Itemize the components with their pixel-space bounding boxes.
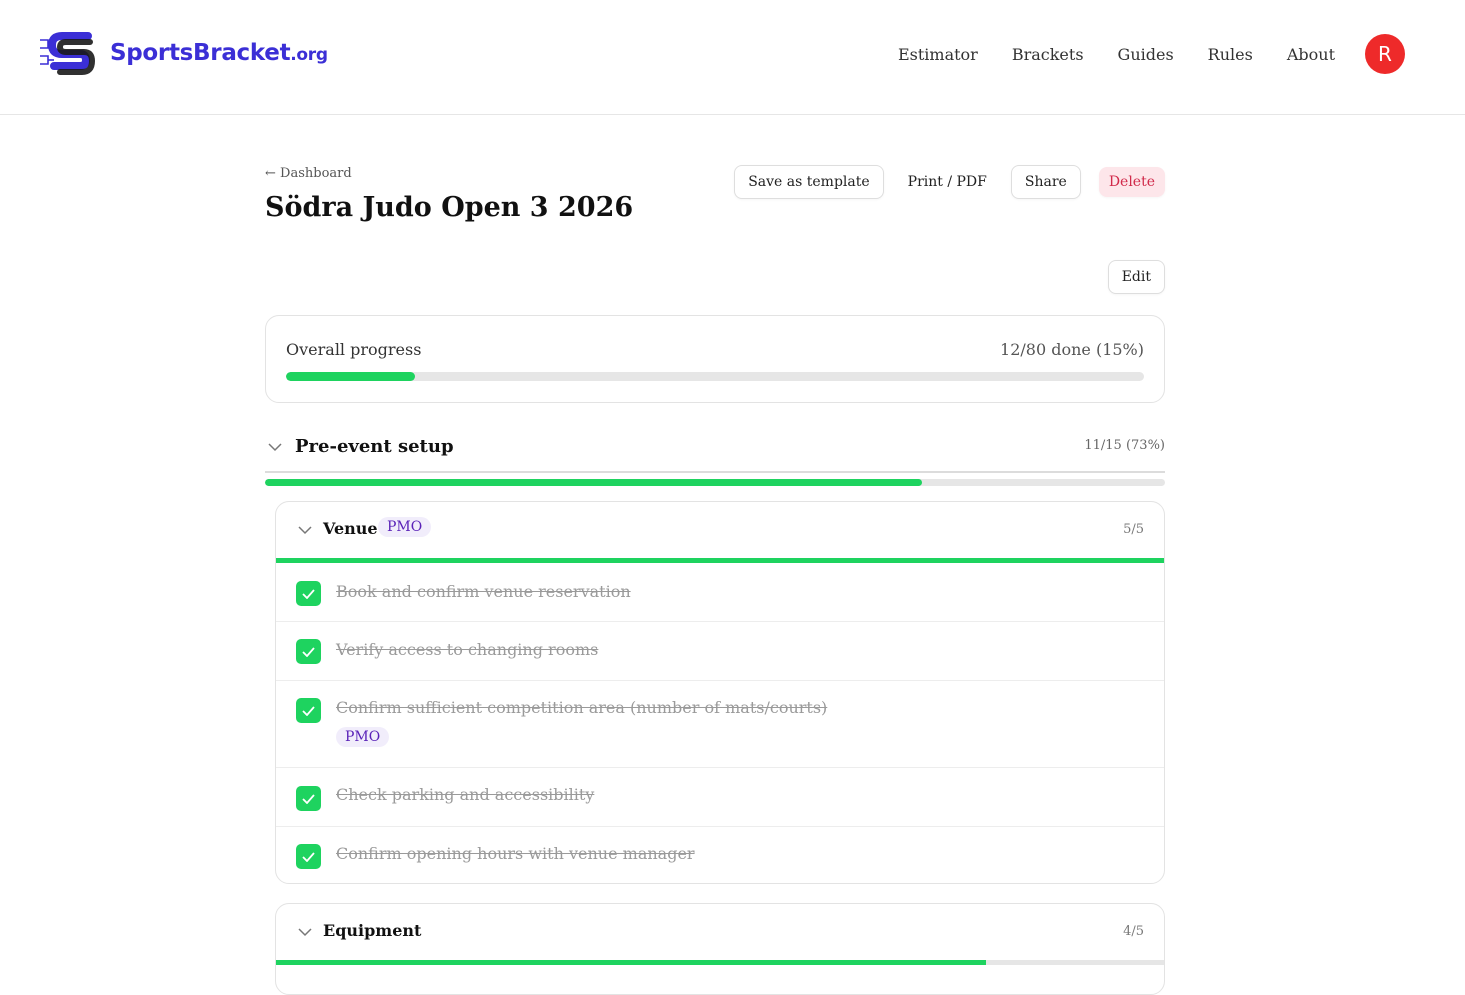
nav-link-estimator[interactable]: Estimator [898,45,978,64]
group-header-equipment[interactable]: Equipment 4/5 [276,904,1164,960]
task-checkbox[interactable] [296,639,321,664]
overall-progress-fill [286,372,415,381]
task-checkbox[interactable] [296,786,321,811]
section-count: 11/15 (73%) [1084,438,1165,453]
main-nav: Estimator Brackets Guides Rules About R [864,34,1405,74]
overall-progress-label: Overall progress [286,340,422,359]
edit-button[interactable]: Edit [1107,260,1165,294]
chevron-down-icon[interactable] [298,525,312,535]
save-as-template-button[interactable]: Save as template [734,165,884,199]
task-row: Check parking and accessibility [276,768,1164,827]
page-title: Södra Judo Open 3 2026 [265,192,634,223]
task-text: Confirm opening hours with venue manager [336,844,695,863]
task-row: Confirm opening hours with venue manager [276,827,1164,883]
task-checkbox[interactable] [296,844,321,869]
group-badge: PMO [378,517,432,537]
checkmark-icon [302,646,315,657]
checkmark-icon [302,588,315,599]
task-badge: PMO [336,727,390,747]
group-count: 4/5 [1123,924,1144,939]
checkmark-icon [302,793,315,804]
group-title: Equipment [323,921,422,940]
overall-progress-bar [286,372,1144,381]
overall-progress-card: Overall progress 12/80 done (15%) [265,315,1165,403]
task-text: Confirm sufficient competition area (num… [336,698,828,717]
group-card-equipment: Equipment 4/5 [275,903,1165,995]
task-text: Book and confirm venue reservation [336,582,631,601]
delete-button[interactable]: Delete [1098,167,1165,197]
chevron-down-icon[interactable] [268,442,282,452]
back-to-dashboard-link[interactable]: ← Dashboard [265,166,352,181]
task-row: Confirm sufficient competition area (num… [276,681,1164,768]
logo-name: SportsBracket [110,40,291,66]
task-checkbox[interactable] [296,581,321,606]
task-list: Book and confirm venue reservation Verif… [276,563,1164,883]
task-checkbox[interactable] [296,698,321,723]
task-text: Check parking and accessibility [336,785,595,804]
section-progress-bar [265,479,1165,486]
group-title: Venue [323,519,378,538]
site-logo[interactable]: SportsBracket.org [38,30,328,76]
section-divider [265,471,1165,473]
logo-tld: .org [290,45,328,65]
checkmark-icon [302,705,315,716]
section-header-pre-event[interactable]: Pre-event setup 11/15 (73%) [265,432,1165,472]
task-text: Verify access to changing rooms [336,640,599,659]
print-pdf-button[interactable]: Print / PDF [901,165,993,199]
task-row: Book and confirm venue reservation [276,563,1164,622]
share-button[interactable]: Share [1010,165,1081,199]
nav-link-about[interactable]: About [1287,45,1335,64]
top-navigation-bar: SportsBracket.org Estimator Brackets Gui… [0,0,1465,115]
chevron-down-icon[interactable] [298,927,312,937]
overall-progress-value: 12/80 done (15%) [1000,340,1144,359]
nav-link-rules[interactable]: Rules [1208,45,1253,64]
page-actions: Save as template Print / PDF Share Delet… [716,165,1165,199]
nav-link-guides[interactable]: Guides [1118,45,1174,64]
task-row: Verify access to changing rooms [276,622,1164,681]
user-avatar[interactable]: R [1365,34,1405,74]
group-card-venue: Venue PMO 5/5 Book and confirm venue res… [275,501,1165,884]
nav-link-brackets[interactable]: Brackets [1012,45,1084,64]
section-progress-fill [265,479,922,486]
group-count: 5/5 [1123,522,1144,537]
group-progress-fill [276,960,987,965]
logo-wordmark: SportsBracket.org [110,40,328,66]
group-header-venue[interactable]: Venue PMO 5/5 [276,502,1164,558]
checkmark-icon [302,851,315,862]
section-title: Pre-event setup [295,436,454,457]
logo-mark-icon [40,32,96,75]
group-progress-bar [276,960,1164,965]
